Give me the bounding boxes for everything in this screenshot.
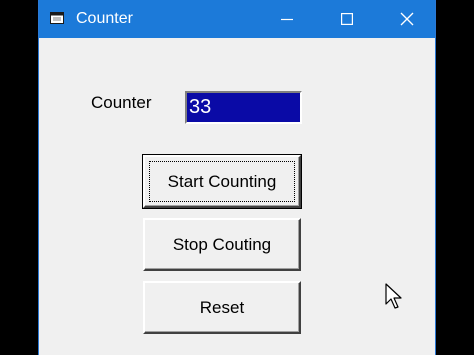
minimize-icon xyxy=(281,18,293,21)
focus-ring xyxy=(149,161,295,202)
title-bar[interactable]: Counter xyxy=(39,0,435,38)
window-icon xyxy=(50,12,64,24)
maximize-button[interactable] xyxy=(318,0,376,38)
stop-counting-label: Stop Couting xyxy=(172,234,272,254)
reset-label: Reset xyxy=(199,297,245,317)
close-icon xyxy=(400,12,414,26)
mouse-pointer-icon xyxy=(385,283,402,309)
start-counting-button[interactable]: Start Counting xyxy=(142,154,302,209)
counter-window: Counter Counter 33 Start Counting Stop C… xyxy=(38,0,436,355)
counter-value-field[interactable]: 33 xyxy=(185,91,302,124)
reset-button[interactable]: Reset xyxy=(143,281,301,334)
counter-label: Counter xyxy=(91,93,152,112)
maximize-icon xyxy=(341,13,353,25)
stop-counting-button[interactable]: Stop Couting xyxy=(143,218,301,271)
close-button[interactable] xyxy=(378,0,436,38)
minimize-button[interactable] xyxy=(258,0,316,38)
window-title: Counter xyxy=(76,10,133,27)
